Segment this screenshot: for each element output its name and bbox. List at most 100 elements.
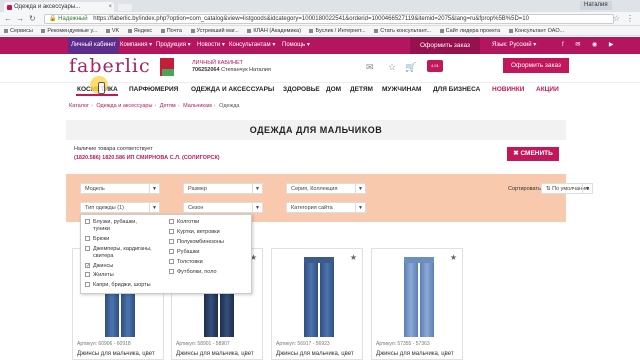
checkbox-icon[interactable]: [169, 229, 174, 234]
bookmark-star-icon[interactable]: ☆: [613, 14, 620, 23]
nav-sales[interactable]: АКЦИИ: [536, 83, 559, 97]
belarus-flag-icon: [160, 58, 174, 76]
bookmark-item[interactable]: КЛАН (Академика): [247, 26, 301, 35]
breadcrumb-clothing[interactable]: Одежда и аксессуары: [96, 103, 152, 109]
topbar-consultants[interactable]: Консультантам ▾: [229, 37, 275, 54]
bookmark-item[interactable]: Сайт лидера проекта: [439, 26, 500, 35]
product-article: Артикул: 57355 - 57363: [376, 341, 430, 347]
checkbox-blouses-line2: туники: [93, 226, 110, 232]
bookmark-item[interactable]: Стать консультант...: [374, 26, 431, 35]
checkmark-icon[interactable]: ✓: [85, 263, 90, 269]
bookmark-item[interactable]: Консультант ОАО...: [508, 26, 564, 35]
favorite-star-icon[interactable]: ★: [450, 253, 457, 262]
bookmark-item[interactable]: Буслик / Интернет...: [309, 26, 366, 35]
nav-perfumery[interactable]: ПАРФЮМЕРИЯ: [129, 83, 178, 97]
product-name[interactable]: Джинсы для мальчика, цвет: [176, 351, 254, 357]
availability-text: Наличие товара соответствует: [74, 146, 153, 152]
user-info: 706252064 Степанчук Наталия: [192, 67, 271, 73]
topbar-company[interactable]: Компания ▾: [120, 37, 152, 54]
bookmark-item[interactable]: VK: [105, 26, 119, 35]
product-article: Артикул: 58901 - 58907: [176, 341, 230, 347]
checkbox-icon[interactable]: [169, 269, 174, 274]
checkbox-icon[interactable]: [85, 219, 90, 224]
series-select[interactable]: Серия, Коллекция ▼: [286, 183, 366, 194]
topbar-help[interactable]: Помощь ▾: [282, 37, 310, 54]
cart-icon[interactable]: 🛒: [405, 62, 416, 73]
site-category-label: Категория сайта: [291, 205, 333, 211]
checkbox-icon[interactable]: [85, 246, 90, 251]
chevron-down-icon: ▼: [355, 184, 365, 193]
product-card[interactable]: ★ Артикул: 57355 - 57363 Джинсы для маль…: [371, 248, 463, 360]
checkbox-icon[interactable]: [169, 259, 174, 264]
product-name[interactable]: Джинсы для мальчика, цвет: [77, 351, 155, 357]
chevron-down-icon: ▼: [252, 184, 262, 193]
topbar-personal-cabinet[interactable]: Личный кабинет: [68, 37, 120, 54]
sort-select[interactable]: ⇅ По умолчанию ▼: [541, 183, 593, 194]
checkbox-icon[interactable]: [85, 236, 90, 241]
back-icon[interactable]: ←: [4, 14, 12, 23]
forward-icon[interactable]: →: [16, 14, 24, 23]
bookmark-item[interactable]: Устревший маг...: [190, 26, 239, 35]
nav-health[interactable]: ЗДОРОВЬЕ: [283, 83, 320, 97]
checkbox-icon[interactable]: [85, 272, 90, 277]
user-name: Степанчук Наталия: [221, 67, 271, 73]
bookmarks-bar: Сервисы Рекомендуемые у... VK Яндекс Поч…: [0, 26, 640, 36]
bookmark-item[interactable]: Яндекс: [127, 26, 152, 35]
chevron-down-icon: ▼: [252, 203, 262, 212]
faberlic-logo[interactable]: faberlic: [69, 55, 151, 77]
size-select-label: Размер: [188, 186, 207, 192]
browser-tabstrip: Одежда и аксессуары... × Наталия: [0, 0, 640, 12]
breadcrumb-catalog[interactable]: Каталог: [69, 103, 89, 109]
series-select-label: Серия, Коллекция: [291, 186, 338, 192]
size-select[interactable]: Размер ▼: [183, 183, 263, 194]
site-category-select[interactable]: Категория сайта ▼: [286, 202, 366, 213]
product-article: Артикул: 56917 - 56923: [276, 341, 330, 347]
nav-clothing[interactable]: ОДЕЖДА И АКСЕССУАРЫ: [191, 83, 274, 97]
close-tab-icon[interactable]: ×: [108, 2, 112, 12]
price-badge[interactable]: 4,91: [427, 60, 443, 72]
topbar-news[interactable]: Новости ▾: [197, 37, 225, 54]
language-selector[interactable]: Язык: Русский ▾: [492, 37, 536, 54]
favorite-star-icon[interactable]: ★: [350, 253, 357, 262]
clothing-type-dropdown: Блузки, рубашки, туники Брюки Джемперы, …: [80, 214, 252, 294]
nav-new[interactable]: НОВИНКИ: [492, 83, 524, 97]
mail-icon[interactable]: ✉: [366, 62, 374, 73]
nav-men[interactable]: МУЖЧИНАМ: [382, 83, 421, 97]
model-select-label: Модель: [85, 186, 105, 192]
nav-kids[interactable]: ДЕТЯМ: [350, 83, 373, 97]
product-card[interactable]: ★ Артикул: 56917 - 56923 Джинсы для маль…: [271, 248, 363, 360]
season-select[interactable]: Сезон ▼: [183, 202, 263, 213]
reload-icon[interactable]: ↻: [29, 14, 36, 23]
checkbox-icon[interactable]: [169, 219, 174, 224]
cabinet-label[interactable]: ЛИЧНЫЙ КАБИНЕТ: [192, 60, 243, 66]
browser-tab[interactable]: Одежда и аксессуары... ×: [4, 2, 114, 12]
nav-business[interactable]: ДЛЯ БИЗНЕСА: [433, 83, 480, 97]
bookmark-item[interactable]: Сервисы: [4, 26, 33, 35]
change-store-button[interactable]: ✖ СМЕНИТЬ: [507, 147, 559, 161]
breadcrumb-boys[interactable]: Мальчикам: [183, 103, 212, 109]
bookmark-item[interactable]: Почта: [160, 26, 182, 35]
bookmark-item[interactable]: Рекомендуемые у...: [41, 26, 97, 35]
url-field[interactable]: 🔒 Надежный https://faberlic.by/index.php…: [44, 14, 614, 24]
order-button[interactable]: Оформить заказ: [503, 58, 569, 73]
topbar-order-button[interactable]: Оформить заказ: [410, 37, 480, 54]
product-name[interactable]: Джинсы для мальчика, цвет: [376, 351, 454, 357]
product-name[interactable]: Джинсы для мальчика, цвет: [276, 351, 354, 357]
browser-menu-icon[interactable]: ⋮: [626, 14, 634, 23]
clothing-type-label: Тип одежды (1): [85, 205, 124, 211]
checkbox-icon[interactable]: [169, 249, 174, 254]
checkbox-icon[interactable]: [85, 282, 90, 287]
new-tab-button[interactable]: [118, 4, 132, 11]
clothing-type-select[interactable]: Тип одежды (1) ▼: [80, 202, 160, 213]
model-select[interactable]: Модель ▼: [80, 183, 160, 194]
topbar-products[interactable]: Продукция ▾: [156, 37, 191, 54]
social-icons[interactable]: f ✉ ◉ ▶: [562, 41, 619, 48]
checkbox-icon[interactable]: [169, 239, 174, 244]
lock-icon: 🔒: [49, 16, 57, 22]
breadcrumb-kids[interactable]: Детям: [160, 103, 176, 109]
nav-home[interactable]: ДОМ: [326, 83, 341, 97]
wishlist-star-icon[interactable]: ☆: [388, 62, 396, 73]
profile-label[interactable]: Наталия: [580, 1, 612, 10]
address-bar-row: ← → ↻ 🔒 Надежный https://faberlic.by/ind…: [0, 12, 640, 26]
breadcrumb-current: Одежда: [219, 103, 240, 109]
